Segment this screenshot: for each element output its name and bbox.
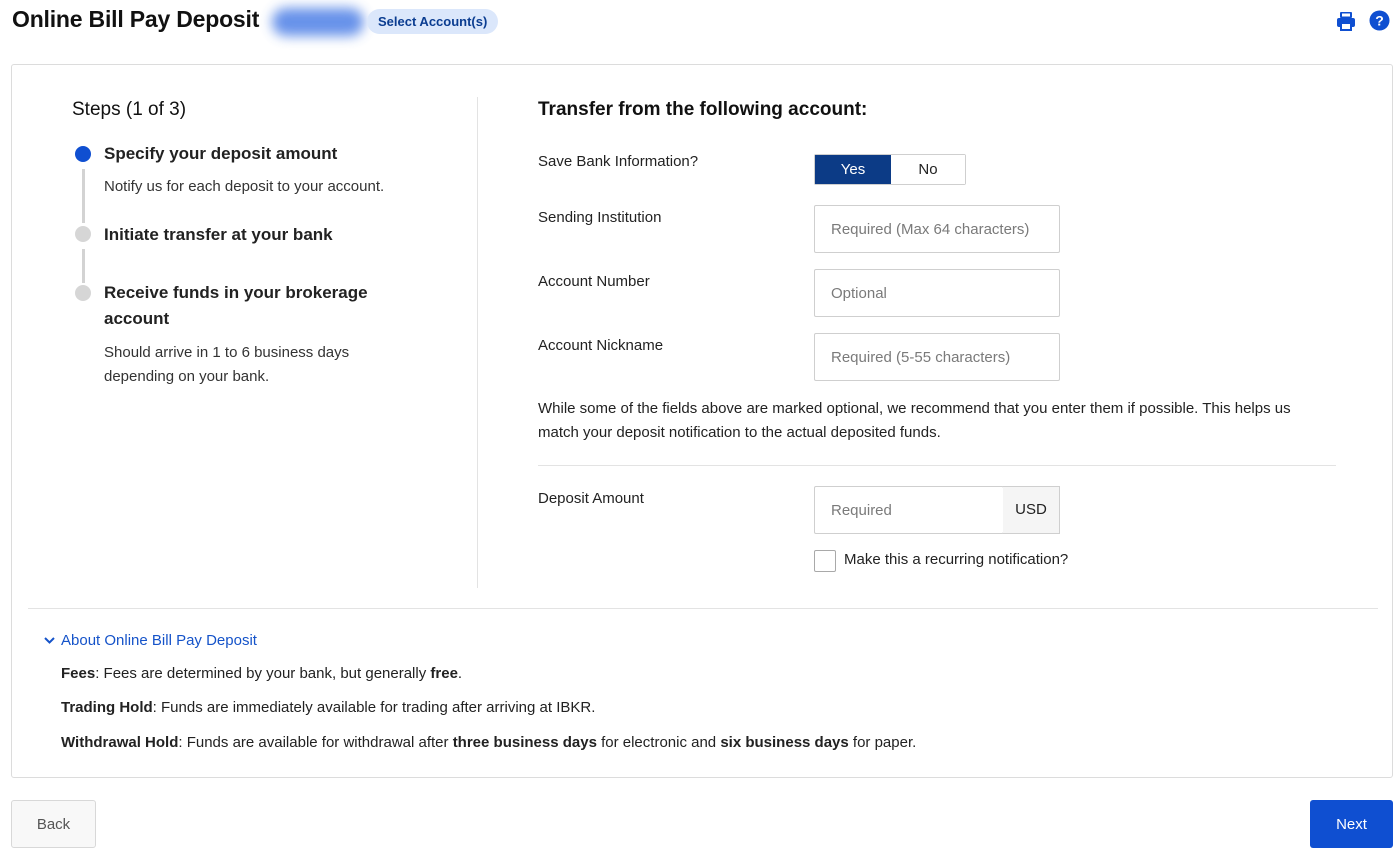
sending-institution-input[interactable] bbox=[814, 205, 1060, 253]
select-accounts-button[interactable]: Select Account(s) bbox=[367, 9, 499, 34]
account-nickname-label: Account Nickname bbox=[538, 337, 664, 354]
note-line-2: match your deposit notification to the a… bbox=[538, 424, 941, 441]
save-bank-toggle: Yes No bbox=[814, 154, 966, 185]
about-toggle[interactable]: About Online Bill Pay Deposit bbox=[43, 632, 257, 649]
recurring-checkbox[interactable] bbox=[814, 550, 836, 572]
account-nickname-input[interactable] bbox=[814, 333, 1060, 381]
next-button[interactable]: Next bbox=[1310, 800, 1393, 848]
page-header: Online Bill Pay Deposit Select Account(s… bbox=[0, 0, 1399, 44]
deposit-card: Steps (1 of 3) Specify your deposit amou… bbox=[11, 64, 1393, 778]
column-divider bbox=[477, 97, 478, 588]
step-title: Specify your deposit amount bbox=[104, 144, 338, 163]
save-bank-yes-button[interactable]: Yes bbox=[815, 155, 891, 184]
save-bank-label: Save Bank Information? bbox=[538, 153, 699, 170]
step-active-dot-icon bbox=[75, 146, 91, 162]
step-connector bbox=[82, 249, 85, 283]
step-desc: Notify us for each deposit to your accou… bbox=[104, 178, 385, 195]
withdrawal-hold-label: Withdrawal Hold bbox=[61, 734, 179, 751]
deposit-amount-label: Deposit Amount bbox=[538, 490, 644, 507]
withdrawal-hold-info: Withdrawal Hold: Funds are available for… bbox=[61, 734, 916, 751]
about-toggle-label: About Online Bill Pay Deposit bbox=[61, 632, 257, 649]
account-number-input[interactable] bbox=[814, 269, 1060, 317]
svg-text:?: ? bbox=[1375, 13, 1384, 29]
step-connector bbox=[82, 169, 85, 223]
fees-label: Fees bbox=[61, 665, 96, 682]
step-title-line1: Receive funds in your brokerage bbox=[104, 283, 368, 302]
print-icon[interactable] bbox=[1335, 10, 1357, 32]
form-title: Transfer from the following account: bbox=[538, 99, 868, 120]
page-title: Online Bill Pay Deposit bbox=[12, 6, 260, 32]
steps-title: Steps (1 of 3) bbox=[72, 99, 187, 120]
form-divider bbox=[538, 465, 1336, 466]
step-desc-line1: Should arrive in 1 to 6 business days bbox=[104, 344, 350, 361]
fees-end: . bbox=[457, 665, 463, 682]
sending-institution-label: Sending Institution bbox=[538, 209, 662, 226]
chevron-down-icon bbox=[44, 637, 55, 644]
help-icon[interactable]: ? bbox=[1369, 10, 1390, 31]
withdrawal-hold-text2: for electronic and bbox=[596, 734, 721, 751]
step-pending-dot-icon bbox=[75, 226, 91, 242]
fees-text: : Fees are determined by your bank, but … bbox=[95, 665, 431, 682]
account-number-label: Account Number bbox=[538, 273, 650, 290]
back-button[interactable]: Back bbox=[11, 800, 96, 848]
step-pending-dot-icon bbox=[75, 285, 91, 301]
fees-bold: free bbox=[430, 665, 458, 682]
step-desc-line2: depending on your bank. bbox=[104, 368, 270, 385]
blurred-account-id bbox=[272, 8, 364, 36]
withdrawal-hold-bold2: six business days bbox=[720, 734, 849, 751]
step-title-line2: account bbox=[104, 309, 170, 328]
withdrawal-hold-bold1: three business days bbox=[452, 734, 597, 751]
trading-hold-text: : Funds are immediately available for tr… bbox=[152, 699, 596, 716]
step-title: Initiate transfer at your bank bbox=[104, 225, 333, 244]
withdrawal-hold-text1: : Funds are available for withdrawal aft… bbox=[178, 734, 453, 751]
withdrawal-hold-text3: for paper. bbox=[848, 734, 917, 751]
note-line-1: While some of the fields above are marke… bbox=[538, 400, 1291, 417]
card-divider bbox=[28, 608, 1378, 609]
save-bank-no-button[interactable]: No bbox=[891, 155, 965, 184]
trading-hold-info: Trading Hold: Funds are immediately avai… bbox=[61, 699, 595, 716]
currency-addon: USD bbox=[1003, 486, 1060, 534]
recurring-label: Make this a recurring notification? bbox=[844, 551, 1069, 568]
deposit-amount-input[interactable] bbox=[814, 486, 1004, 534]
optional-fields-note: While some of the fields above are marke… bbox=[538, 397, 1348, 445]
fees-info: Fees: Fees are determined by your bank, … bbox=[61, 665, 462, 682]
trading-hold-label: Trading Hold bbox=[61, 699, 153, 716]
